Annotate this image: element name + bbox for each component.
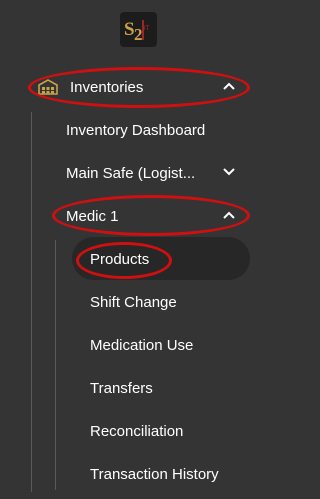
nav-products-label: Products — [90, 250, 150, 268]
nav-transfers[interactable]: Transfers — [90, 377, 153, 399]
nav-transaction-history-label: Transaction History — [90, 465, 219, 483]
nav-shift-change-label: Shift Change — [90, 293, 177, 311]
nav-transfers-label: Transfers — [90, 379, 153, 397]
chevron-up-icon[interactable] — [222, 210, 236, 220]
nav-reconciliation-label: Reconciliation — [90, 422, 184, 440]
chevron-up-icon[interactable] — [222, 81, 236, 91]
warehouse-icon — [38, 79, 58, 95]
nav-main-safe-label: Main Safe (Logist... — [66, 164, 196, 182]
nav-medication-use[interactable]: Medication Use — [90, 334, 193, 356]
nav-inventories[interactable]: Inventories — [38, 76, 143, 98]
medic-1-tree-line — [55, 240, 56, 490]
nav-inventories-label: Inventories — [70, 78, 144, 96]
nav-reconciliation[interactable]: Reconciliation — [90, 420, 183, 442]
nav-inventory-dashboard[interactable]: Inventory Dashboard — [66, 119, 205, 141]
nav-shift-change[interactable]: Shift Change — [90, 291, 177, 313]
nav-medic-1[interactable]: Medic 1 — [66, 205, 119, 227]
nav-transaction-history[interactable]: Transaction History — [90, 463, 219, 485]
nav-medic-1-label: Medic 1 — [66, 207, 119, 225]
nav-main-safe[interactable]: Main Safe (Logist... — [66, 162, 195, 184]
logo-letters-it: IT — [144, 26, 150, 32]
inventories-tree-line — [31, 112, 32, 492]
app-logo[interactable]: S 2 IT — [120, 12, 157, 47]
logo-letter-s: S — [124, 19, 135, 40]
nav-medication-use-label: Medication Use — [90, 336, 194, 354]
nav-inventory-dashboard-label: Inventory Dashboard — [66, 121, 206, 139]
nav-products[interactable]: Products — [90, 248, 149, 270]
logo-digit-2: 2 — [134, 25, 143, 44]
chevron-down-icon[interactable] — [222, 167, 236, 177]
